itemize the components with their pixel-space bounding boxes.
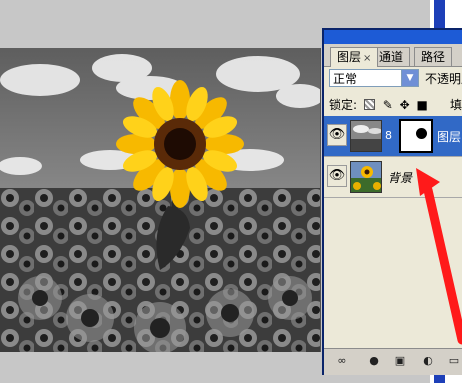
fill-label: 填充 bbox=[450, 98, 462, 112]
lock-row: 锁定: ✎ ✥ ■ 填充 bbox=[329, 96, 462, 114]
layer-thumbnail bbox=[350, 161, 382, 193]
tab-layers-label: 图层 bbox=[337, 50, 362, 64]
mask-icon[interactable]: ▣ bbox=[392, 354, 408, 368]
lock-transparency-icon[interactable] bbox=[363, 99, 375, 110]
link-icon[interactable]: ∞ bbox=[334, 354, 350, 368]
blend-mode-select[interactable]: 正常 ▼ bbox=[329, 69, 419, 87]
blend-mode-value: 正常 bbox=[333, 72, 358, 86]
panel-title-strip bbox=[324, 30, 462, 44]
tab-layers[interactable]: 图层 × bbox=[330, 47, 379, 67]
layer-row[interactable]: 👁 背景 bbox=[324, 157, 462, 198]
layers-list: 👁 8 图层 1 👁 bbox=[324, 116, 462, 198]
tab-channels-label: 通道 bbox=[379, 50, 404, 64]
eye-icon[interactable]: 👁 bbox=[327, 124, 347, 146]
layer-row[interactable]: 👁 8 图层 1 bbox=[324, 116, 462, 157]
eye-icon[interactable]: 👁 bbox=[327, 165, 347, 187]
adjustment-icon[interactable]: ◐ bbox=[420, 354, 436, 368]
blend-mode-row: 正常 ▼ 不透明度 bbox=[329, 69, 462, 89]
layer-thumbnail bbox=[350, 120, 382, 152]
tab-paths[interactable]: 路径 bbox=[414, 47, 453, 66]
panel-tabs: 图层 × 通道 路径 bbox=[324, 44, 462, 67]
lock-move-icon[interactable]: ✥ bbox=[400, 98, 410, 112]
layer-name: 图层 1 bbox=[437, 130, 462, 144]
folder-icon[interactable]: ▭ bbox=[446, 354, 462, 368]
link-chain-icon[interactable]: 8 bbox=[385, 129, 392, 142]
panel-bottom-toolbar: ∞ ● ▣ ◐ ▭ bbox=[324, 348, 462, 375]
opacity-label: 不透明度 bbox=[425, 72, 462, 86]
layers-panel: 图层× 通道 路径 正常 ▼ 不透明度 锁定: ✎ ✥ ■ 填充 👁 bbox=[322, 28, 462, 375]
layer-name: 背景 bbox=[388, 171, 413, 185]
sunflower-shape bbox=[116, 80, 244, 208]
tab-paths-label: 路径 bbox=[421, 50, 446, 64]
fx-icon[interactable]: ● bbox=[366, 354, 382, 368]
image-canvas[interactable] bbox=[0, 48, 321, 352]
layer-mask-thumbnail[interactable] bbox=[399, 119, 433, 153]
lock-label: 锁定: bbox=[329, 98, 358, 112]
lock-all-icon[interactable]: ■ bbox=[416, 98, 427, 112]
close-icon[interactable]: × bbox=[363, 53, 371, 64]
chevron-down-icon[interactable]: ▼ bbox=[401, 70, 418, 86]
lock-paint-icon[interactable]: ✎ bbox=[383, 98, 393, 112]
